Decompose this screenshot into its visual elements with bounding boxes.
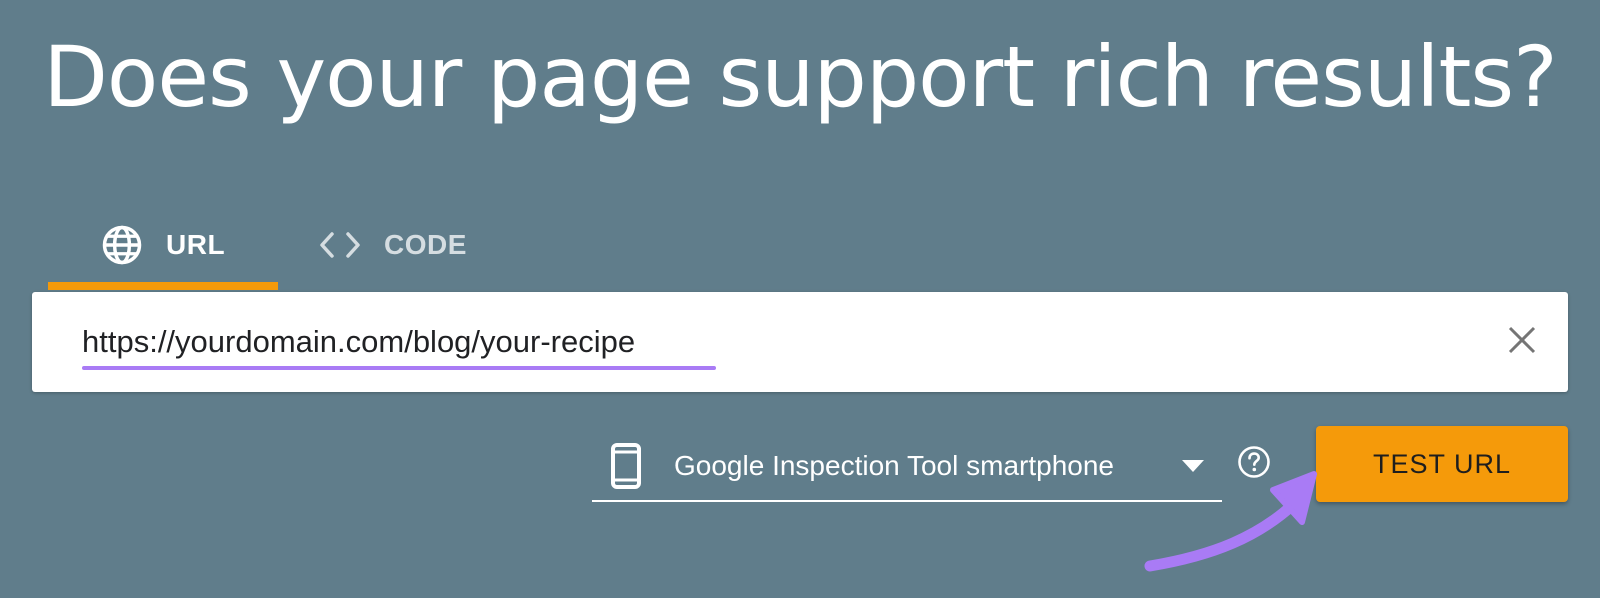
input-mode-tabs: URL CODE (48, 200, 538, 290)
tab-url[interactable]: URL (48, 200, 278, 290)
smartphone-icon (608, 441, 644, 491)
test-url-button[interactable]: TEST URL (1316, 426, 1568, 502)
close-icon (1506, 324, 1538, 361)
user-agent-select[interactable]: Google Inspection Tool smartphone (592, 432, 1222, 502)
url-input-container (32, 292, 1568, 392)
globe-icon (100, 223, 144, 267)
code-icon (318, 223, 362, 267)
user-agent-selected-value: Google Inspection Tool smartphone (674, 450, 1114, 481)
annotation-arrow-icon (1144, 471, 1317, 572)
url-input[interactable] (82, 314, 1432, 370)
page-title: Does your page support rich results? (43, 28, 1558, 126)
clear-url-button[interactable] (1496, 316, 1548, 368)
url-highlight-underline (82, 366, 716, 370)
tab-url-label: URL (166, 229, 226, 260)
tab-code-label: CODE (384, 229, 467, 260)
tab-code[interactable]: CODE (278, 200, 538, 290)
active-tab-indicator (48, 282, 278, 290)
